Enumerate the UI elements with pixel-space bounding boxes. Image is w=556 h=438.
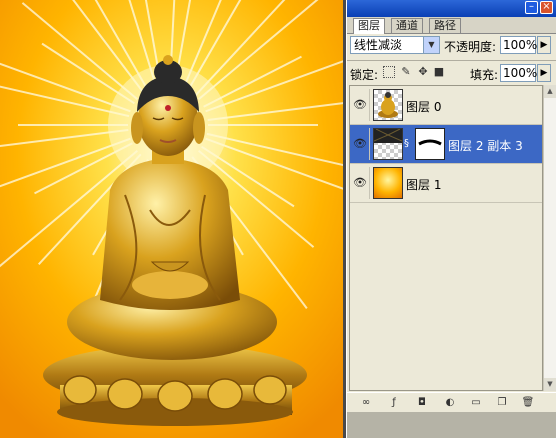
- layer-thumbnail-rays: [373, 128, 403, 160]
- tab-layers[interactable]: 图层: [353, 18, 385, 34]
- opacity-slider-arrow-icon[interactable]: ▶: [537, 36, 551, 54]
- eye-icon[interactable]: 👁: [352, 175, 368, 191]
- link-column: [369, 89, 370, 121]
- eye-icon[interactable]: 👁: [352, 136, 368, 152]
- scroll-down-icon[interactable]: ▼: [544, 378, 556, 391]
- blend-mode-select[interactable]: 线性减淡 ▼: [350, 36, 440, 54]
- panel-tabs: 图层 通道 路径: [347, 17, 556, 34]
- layer-row[interactable]: 👁 图层 0: [350, 86, 542, 125]
- layer-name: 图层 1: [406, 178, 442, 192]
- close-icon[interactable]: ×: [540, 1, 553, 14]
- lock-label: 锁定:: [350, 68, 379, 82]
- adjustment-layer-icon[interactable]: ◐: [443, 396, 457, 410]
- status-bar: [347, 412, 556, 438]
- lock-transparent-icon[interactable]: [383, 66, 395, 78]
- layer-thumbnail-buddha: [373, 89, 403, 121]
- document-canvas[interactable]: [0, 0, 343, 438]
- layer-style-icon[interactable]: ƒ: [387, 396, 401, 410]
- layer-name: 图层 2 副本 3: [448, 139, 523, 153]
- tab-paths[interactable]: 路径: [429, 18, 461, 33]
- scroll-up-icon[interactable]: ▲: [544, 85, 556, 98]
- eye-icon[interactable]: 👁: [352, 97, 368, 113]
- lock-row: 锁定: ✎ ✥ ■ 填充: 100% ▶: [347, 60, 556, 85]
- fill-label: 填充:: [470, 68, 499, 82]
- opacity-label: 不透明度:: [444, 40, 497, 54]
- opacity-input[interactable]: 100%: [500, 36, 537, 54]
- panel-bottom-toolbar: ∞ ƒ ◘ ◐ ▭ ❐ 🗑: [347, 392, 556, 413]
- panel-title-bar[interactable]: – ×: [347, 0, 556, 17]
- chevron-down-icon[interactable]: ▼: [423, 37, 439, 53]
- canvas-image: [0, 0, 343, 438]
- minimize-icon[interactable]: –: [525, 1, 538, 14]
- layer-mask-thumbnail[interactable]: [415, 128, 445, 160]
- blend-row: 线性减淡 ▼ 不透明度: 100% ▶: [347, 34, 556, 58]
- tab-channels[interactable]: 通道: [391, 18, 423, 33]
- new-group-icon[interactable]: ▭: [469, 396, 483, 410]
- chain-link-icon[interactable]: §: [404, 138, 409, 149]
- layers-scrollbar[interactable]: ▲ ▼: [543, 85, 556, 391]
- move-icon[interactable]: ✥: [417, 66, 429, 78]
- trash-icon[interactable]: 🗑: [521, 396, 535, 410]
- layer-name: 图层 0: [406, 100, 442, 114]
- link-icon[interactable]: ∞: [359, 396, 373, 410]
- new-layer-icon[interactable]: ❐: [495, 396, 509, 410]
- add-mask-icon[interactable]: ◘: [415, 396, 429, 410]
- link-column: [369, 167, 370, 199]
- brush-icon[interactable]: ✎: [400, 66, 412, 78]
- blend-mode-value: 线性减淡: [354, 38, 403, 52]
- layer-row[interactable]: 👁 图层 1: [350, 164, 542, 203]
- padlock-icon[interactable]: ■: [433, 66, 445, 78]
- layer-thumbnail-gradient: [373, 167, 403, 199]
- layers-list: 👁 图层 0 👁 § 图层 2 副本 3 👁 图层 1: [349, 85, 543, 391]
- link-column: [369, 128, 370, 160]
- layer-row-selected[interactable]: 👁 § 图层 2 副本 3: [350, 125, 542, 164]
- fill-slider-arrow-icon[interactable]: ▶: [537, 64, 551, 82]
- fill-input[interactable]: 100%: [500, 64, 537, 82]
- layers-panel: – × 图层 通道 路径 线性减淡 ▼ 不透明度: 100% ▶ 锁定: ✎ ✥…: [346, 0, 556, 438]
